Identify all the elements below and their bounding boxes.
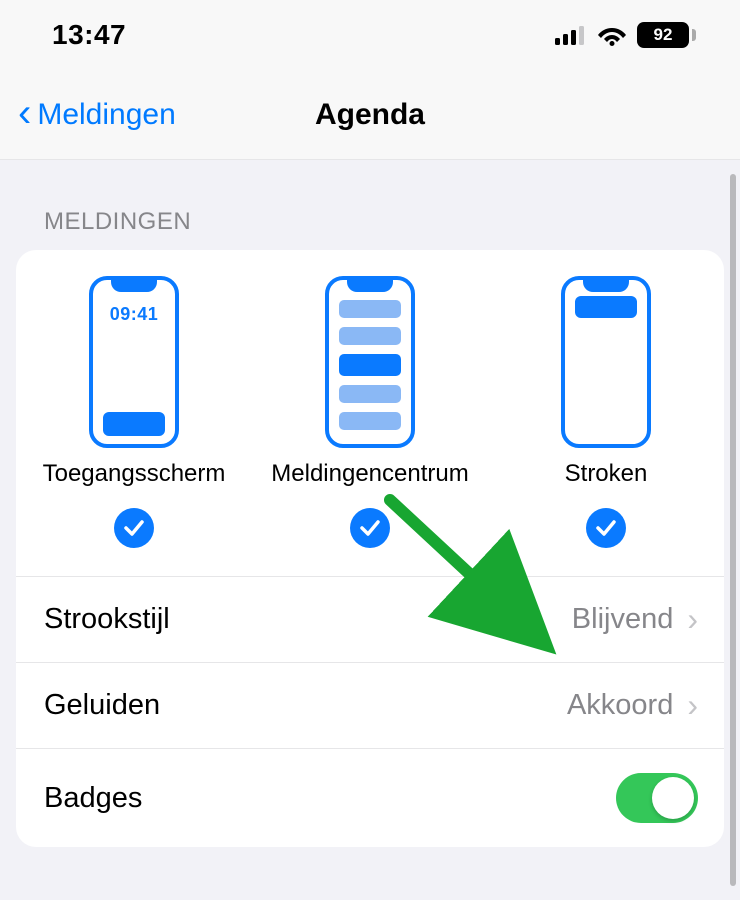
navigation-bar: ‹ Meldingen Agenda [0,70,740,160]
row-label: Badges [44,782,142,815]
scroll-indicator [730,174,736,886]
content: MELDINGEN 09:41 Toegangsscherm [0,160,740,847]
chevron-right-icon: › [687,687,698,724]
back-label: Meldingen [37,98,175,132]
preview-notification-center-icon [325,276,415,448]
cellular-signal-icon [555,25,587,45]
battery-indicator: 92 [637,22,696,48]
row-value: Akkoord [567,689,673,722]
row-sounds[interactable]: Geluiden Akkoord › [16,662,724,748]
notification-style-options: 09:41 Toegangsscherm [16,250,724,576]
option-label: Toegangsscherm [43,460,226,488]
settings-list: Strookstijl Blijvend › Geluiden Akkoord … [16,576,724,847]
row-label: Strookstijl [44,603,170,636]
option-banners[interactable]: Stroken [488,276,724,548]
section-header-notifications: MELDINGEN [16,160,724,250]
chevron-left-icon: ‹ [18,93,31,133]
row-banner-style[interactable]: Strookstijl Blijvend › [16,576,724,662]
preview-lock-screen-icon: 09:41 [89,276,179,448]
back-button[interactable]: ‹ Meldingen [0,97,176,133]
row-badges: Badges [16,748,724,847]
checkmark-icon [586,508,626,548]
status-indicators: 92 [555,22,696,48]
row-value: Blijvend [572,603,674,636]
checkmark-icon [350,508,390,548]
checkmark-icon [114,508,154,548]
option-label: Stroken [565,460,648,488]
chevron-right-icon: › [687,601,698,638]
preview-banner-icon [561,276,651,448]
option-label: Meldingencentrum [271,460,468,488]
row-label: Geluiden [44,689,160,722]
status-bar: 13:47 92 [0,0,740,70]
badges-toggle[interactable] [616,773,698,823]
preview-time: 09:41 [93,304,175,325]
option-lock-screen[interactable]: 09:41 Toegangsscherm [16,276,252,548]
settings-card: 09:41 Toegangsscherm [16,250,724,847]
status-time: 13:47 [52,19,126,51]
wifi-icon [597,24,627,46]
battery-percentage: 92 [654,25,673,45]
option-notification-center[interactable]: Meldingencentrum [252,276,488,548]
